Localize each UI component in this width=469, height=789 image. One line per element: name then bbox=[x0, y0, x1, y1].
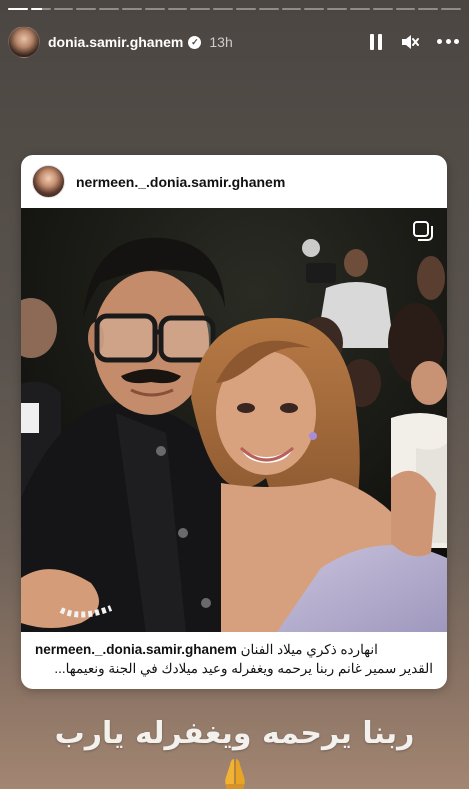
story-progress-segment bbox=[372, 8, 393, 10]
story-progress-segment bbox=[441, 8, 461, 10]
caption-username: nermeen._.donia.samir.ghanem bbox=[35, 642, 237, 657]
photo-illustration bbox=[21, 208, 447, 632]
shared-post-author[interactable]: nermeen._.donia.samir.ghanem bbox=[76, 174, 285, 190]
story-progress-segment bbox=[395, 8, 416, 10]
shared-post-photo[interactable] bbox=[21, 208, 447, 632]
story-progress-segment bbox=[76, 8, 97, 10]
story-controls bbox=[369, 34, 459, 50]
story-progress-segment bbox=[349, 8, 370, 10]
pause-icon[interactable] bbox=[369, 34, 383, 50]
story-progress-segment bbox=[8, 8, 28, 10]
carousel-icon bbox=[413, 221, 433, 241]
story-progress-segment bbox=[167, 8, 188, 10]
shared-post-avatar[interactable] bbox=[32, 165, 65, 198]
caption-first-line: nermeen._.donia.samir.ghanem انهارده ذكر… bbox=[35, 640, 433, 659]
story-progress-segment bbox=[190, 8, 211, 10]
caption-second-line: القدير سمير غانم ربنا يرحمه ويغفرله وعيد… bbox=[54, 661, 433, 676]
story-progress-segment bbox=[121, 8, 142, 10]
story-progress-segment bbox=[327, 8, 347, 10]
story-progress-segment bbox=[144, 8, 165, 10]
caption-text-start: انهارده ذكري ميلاد الفنان bbox=[240, 642, 378, 657]
shared-post-caption: nermeen._.donia.samir.ghanem انهارده ذكر… bbox=[21, 632, 447, 689]
story-progress-segment bbox=[418, 8, 439, 10]
post-time: 13h bbox=[209, 34, 233, 50]
story-progress-segment bbox=[213, 8, 233, 10]
story-progress-segment bbox=[281, 8, 302, 10]
story-header: donia.samir.ghanem ✓ 13h bbox=[8, 24, 459, 60]
verified-badge-icon: ✓ bbox=[188, 35, 202, 49]
story-text-sticker: ربنا يرحمه ويغفرله يارب bbox=[54, 716, 415, 751]
username[interactable]: donia.samir.ghanem bbox=[48, 34, 183, 50]
story-progress-segment bbox=[53, 8, 74, 10]
folded-hands-icon bbox=[225, 759, 245, 789]
mute-icon[interactable] bbox=[401, 34, 419, 50]
shared-post-card[interactable]: nermeen._.donia.samir.ghanem nermeen._.d… bbox=[21, 155, 447, 689]
story-progress-bar bbox=[8, 8, 461, 11]
avatar[interactable] bbox=[8, 26, 40, 58]
shared-post-header: nermeen._.donia.samir.ghanem bbox=[21, 155, 447, 208]
story-progress-segment bbox=[235, 8, 256, 10]
story-progress-segment bbox=[304, 8, 325, 10]
story-progress-segment bbox=[99, 8, 119, 10]
more-options-icon[interactable] bbox=[437, 39, 459, 45]
story-progress-segment bbox=[30, 8, 51, 10]
story-progress-segment bbox=[258, 8, 279, 10]
